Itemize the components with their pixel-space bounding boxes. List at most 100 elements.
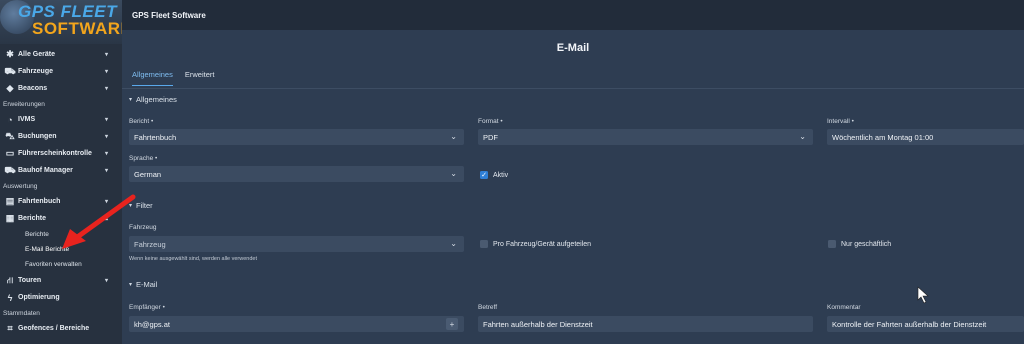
chevron-down-icon: ⌄ xyxy=(450,132,457,141)
book-icon: ▤ xyxy=(5,196,15,206)
betreff-value: Fahrten außerhalb der Dienstzeit xyxy=(483,319,593,329)
sidebar-item-label: Optimierung xyxy=(18,294,60,301)
nur-geschaeftlich-label: Nur geschäftlich xyxy=(841,240,892,248)
bolt-icon: ϟ xyxy=(7,292,13,303)
chevron-down-icon: ▾ xyxy=(104,86,108,92)
pro-fahrzeug-label: Pro Fahrzeug/Gerät aufgeteilen xyxy=(493,240,592,248)
chevron-down-icon: ▾ xyxy=(104,199,108,205)
road-icon: ⛙ xyxy=(6,274,14,285)
nur-geschaeftlich-checkbox[interactable]: Nur geschäftlich xyxy=(828,240,891,248)
chevron-down-icon: ▾ xyxy=(104,168,108,174)
sidebar-item-optimierung[interactable]: ϟ Optimierung xyxy=(0,289,122,306)
sidebar-item-label: Fahrzeuge xyxy=(18,68,54,75)
format-value: PDF xyxy=(483,132,498,142)
sidebar-subitem-berichte[interactable]: Berichte xyxy=(0,227,122,242)
sidebar-item-fahrtenbuch[interactable]: ▤ Fahrtenbuch ▾ xyxy=(0,193,122,210)
bericht-label: Bericht • xyxy=(129,118,154,125)
sidebar-item-f-hrerscheinkontrolle[interactable]: ▭ Führerscheinkontrolle ▾ xyxy=(0,145,122,162)
sidebar: GPS FLEET SOFTWARE ✱ Alle Geräte ▾ ⛟ Fahrzeu… xyxy=(0,0,122,344)
chevron-down-icon: ▾ xyxy=(129,97,133,103)
sidebar-section-label: Auswertung xyxy=(3,182,38,190)
chevron-down-icon: ⌄ xyxy=(799,132,806,141)
section-allgemeines[interactable]: ▾ Allgemeines xyxy=(129,95,177,104)
sidebar-item-label: Buchungen xyxy=(18,133,57,140)
empfaenger-value: kh@gps.at xyxy=(134,319,170,329)
sidebar-item-fahrzeuge[interactable]: ⛟ Fahrzeuge ▾ xyxy=(0,63,122,80)
sprache-label: Sprache • xyxy=(129,155,158,162)
sidebar-item-label: Alle Geräte xyxy=(18,51,55,58)
betreff-input[interactable]: Fahrten außerhalb der Dienstzeit xyxy=(478,316,813,332)
sidebar-item-alle-ger-te[interactable]: ✱ Alle Geräte ▾ xyxy=(0,46,122,63)
chevron-down-icon: ▾ xyxy=(129,282,133,288)
tab-allgemeines[interactable]: Allgemeines xyxy=(132,70,173,86)
car-icon: ⛍ xyxy=(5,130,15,141)
app-title: GPS Fleet Software xyxy=(132,10,206,20)
sidebar-nav: ✱ Alle Geräte ▾ ⛟ Fahrzeuge ▾ ◆ Beacons ▾ Erweite… xyxy=(0,44,122,337)
sprache-select[interactable]: German ⌄ xyxy=(129,166,464,182)
chevron-down-icon: ▾ xyxy=(104,69,108,75)
chevron-down-icon: ▾ xyxy=(129,203,133,209)
format-label: Format • xyxy=(478,118,503,125)
section-title: Filter xyxy=(136,201,153,210)
bericht-select[interactable]: Fahrtenbuch ⌄ xyxy=(129,129,464,145)
pro-fahrzeug-checkbox[interactable]: Pro Fahrzeug/Gerät aufgeteilen xyxy=(480,240,591,248)
kommentar-label: Kommentar xyxy=(827,304,861,311)
sidebar-item-geofences-bereiche[interactable]: ⌗ Geofences / Bereiche xyxy=(0,320,122,337)
checkbox-icon xyxy=(828,240,836,248)
chevron-down-icon: ▾ xyxy=(104,278,108,284)
betreff-label: Betreff xyxy=(478,304,498,311)
aktiv-checkbox[interactable]: ✓ Aktiv xyxy=(480,171,508,179)
page-title: E-Mail xyxy=(556,42,590,54)
tab-divider xyxy=(122,88,1024,89)
section-email[interactable]: ▾ E-Mail xyxy=(129,280,157,289)
chevron-down-icon: ⌄ xyxy=(450,169,457,178)
asterisk-icon: ✱ xyxy=(6,49,14,59)
tab-erweitert[interactable]: Erweitert xyxy=(185,70,215,86)
logo[interactable]: GPS FLEET SOFTWARE xyxy=(0,0,122,44)
chevron-down-icon: ⌄ xyxy=(450,239,457,248)
kommentar-input[interactable]: Kontrolle der Fahrten außerhalb der Dien… xyxy=(827,316,1024,332)
section-filter[interactable]: ▾ Filter xyxy=(129,201,153,210)
tag-icon: ◆ xyxy=(6,83,14,93)
document-icon: ▦ xyxy=(5,213,15,223)
section-title: Allgemeines xyxy=(136,95,177,104)
add-recipient-button[interactable]: + xyxy=(446,318,458,330)
bericht-value: Fahrtenbuch xyxy=(134,132,177,142)
sidebar-item-beacons[interactable]: ◆ Beacons ▾ xyxy=(0,80,122,97)
intervall-label: Intervall • xyxy=(827,118,854,125)
sidebar-item-ivms[interactable]: ◔ IVMS ▾ xyxy=(0,111,122,128)
sidebar-item-label: Berichte xyxy=(18,215,47,222)
sidebar-section-label: Stammdaten xyxy=(3,309,40,317)
geofence-icon: ⌗ xyxy=(7,323,13,333)
fahrzeug-select[interactable]: Fahrzeug ⌄ xyxy=(129,236,464,252)
id-card-icon: ▭ xyxy=(5,148,15,158)
chevron-down-icon: ▾ xyxy=(104,134,108,140)
kommentar-value: Kontrolle der Fahrten außerhalb der Dien… xyxy=(832,319,987,329)
truck-icon: ⛟ xyxy=(4,164,16,175)
sidebar-item-label: Bauhof Manager xyxy=(18,167,73,174)
tab-bar: Allgemeines Erweitert xyxy=(132,70,214,86)
sidebar-subitem-e-mail-berichte[interactable]: E-Mail Berichte xyxy=(0,242,122,257)
sidebar-item-berichte[interactable]: ▦ Berichte ▴ xyxy=(0,210,122,227)
fahrzeug-placeholder: Fahrzeug xyxy=(134,239,166,249)
top-bar: GPS Fleet Software xyxy=(122,0,1024,30)
chevron-down-icon: ▾ xyxy=(104,151,108,157)
aktiv-label: Aktiv xyxy=(493,171,509,179)
fahrzeug-label: Fahrzeug xyxy=(129,224,157,231)
chevron-down-icon: ▾ xyxy=(104,52,108,58)
sidebar-item-touren[interactable]: ⛙ Touren ▾ xyxy=(0,272,122,289)
sidebar-item-buchungen[interactable]: ⛍ Buchungen ▾ xyxy=(0,128,122,145)
intervall-select[interactable]: Wöchentlich am Montag 01:00 xyxy=(827,129,1024,145)
sidebar-subitem-favoriten-verwalten[interactable]: Favoriten verwalten xyxy=(0,257,122,272)
main-content: E-Mail Allgemeines Erweitert ▾ Allgemein… xyxy=(122,30,1024,344)
format-select[interactable]: PDF ⌄ xyxy=(478,129,813,145)
sidebar-item-bauhof-manager[interactable]: ⛟ Bauhof Manager ▾ xyxy=(0,162,122,179)
sidebar-item-label: IVMS xyxy=(18,116,36,123)
fahrzeug-hint: Wenn keine ausgewählt sind, werden alle … xyxy=(129,256,258,262)
sidebar-item-label: Touren xyxy=(18,277,42,284)
intervall-value: Wöchentlich am Montag 01:00 xyxy=(832,132,934,142)
section-title: E-Mail xyxy=(136,280,158,289)
sidebar-item-label: Führerscheinkontrolle xyxy=(18,150,92,157)
empfaenger-input[interactable]: kh@gps.at + xyxy=(129,316,464,332)
sidebar-item-label: Fahrtenbuch xyxy=(18,198,61,205)
